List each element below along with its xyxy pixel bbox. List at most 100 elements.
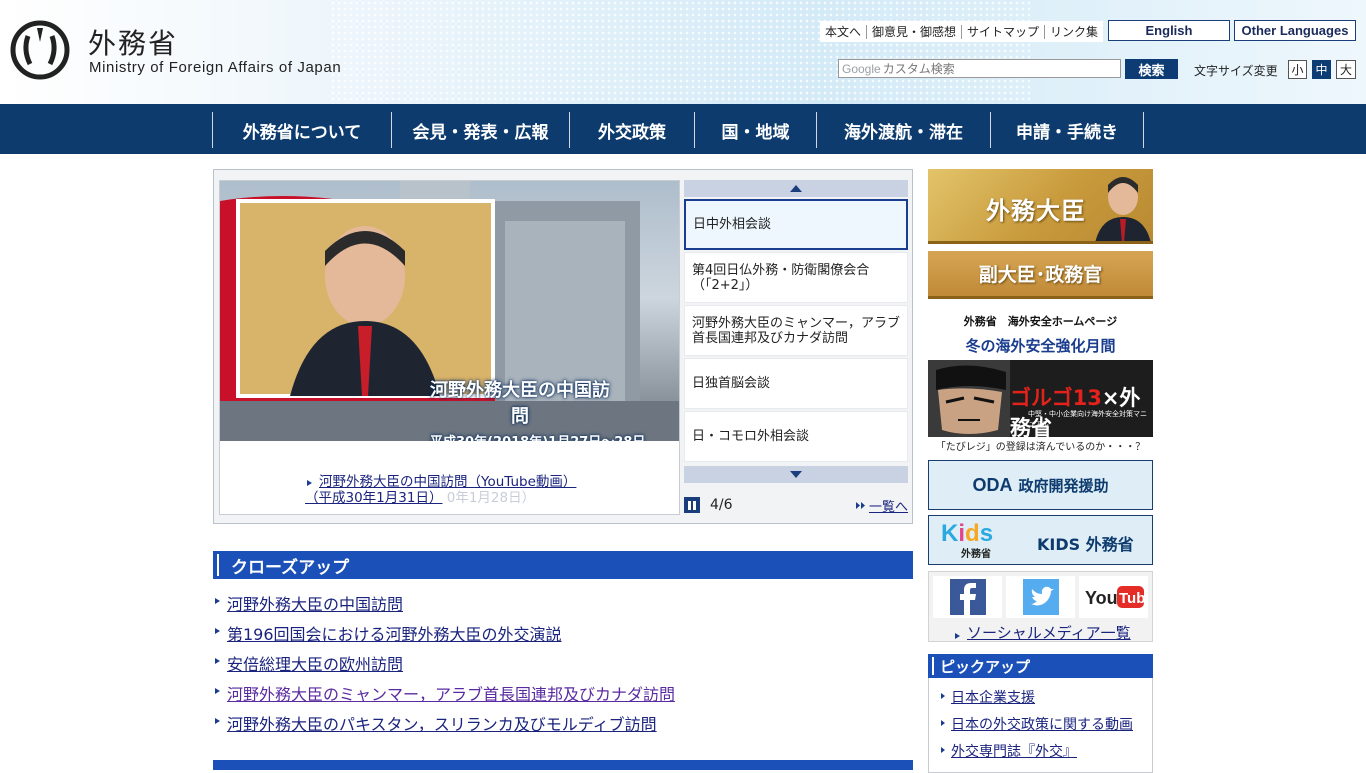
slide-up-button[interactable] — [684, 180, 908, 197]
global-nav: 外務省について 会見・発表・広報 外交政策 国・地域 海外渡航・滞在 申請・手続… — [0, 104, 1366, 154]
facebook-icon — [949, 579, 986, 615]
bullet-arrow-icon — [941, 720, 945, 726]
nav-item-policy[interactable]: 外交政策 — [570, 112, 695, 148]
utility-links: 本文へ 御意見・御感想 サイトマップ リンク集 — [820, 21, 1104, 42]
slide-link-text[interactable]: 河野外務大臣の中国訪問（YouTube動画）（平成30年1月31日） — [305, 474, 576, 506]
safety-banner-footer: 「たびレジ」の登録は済んでいるのか・・・？ — [928, 437, 1153, 453]
pickup-link[interactable]: 日本企業支援 — [951, 687, 1035, 707]
comic-character-icon — [928, 360, 1010, 437]
double-arrow-icon — [855, 501, 865, 509]
next-section-heading — [213, 760, 913, 770]
safety-banner-line1: 外務省 海外安全ホームページ — [928, 310, 1153, 331]
pickup-item[interactable]: 外交専門誌『外交』 — [939, 741, 1152, 768]
minister-banner-label: 外務大臣 — [986, 197, 1086, 225]
slide-main[interactable]: 河野外務大臣の中国訪問 平成30年(2018年)1月27日～28日 河野外務大臣… — [219, 180, 680, 515]
pickup-link[interactable]: 日本の外交政策に関する動画 — [951, 714, 1133, 734]
bullet-arrow-icon — [215, 658, 220, 664]
nav-item-press[interactable]: 会見・発表・広報 — [392, 112, 570, 148]
nav-item-procedures[interactable]: 申請・手続き — [991, 112, 1144, 148]
feature-slider: 河野外務大臣の中国訪問 平成30年(2018年)1月27日～28日 河野外務大臣… — [213, 169, 913, 524]
util-link-links[interactable]: リンク集 — [1045, 25, 1103, 39]
search-input[interactable]: Google カスタム検索 — [838, 59, 1121, 78]
kids-banner-text: KIDS 外務省 — [1037, 535, 1134, 554]
facebook-button[interactable] — [933, 576, 1002, 618]
search-button[interactable]: 検索 — [1125, 59, 1178, 79]
oda-banner-text: 政府開発援助 — [1018, 476, 1109, 495]
kids-logo-subtitle: 外務省 — [961, 549, 991, 560]
closeup-item[interactable]: 安倍総理大臣の欧州訪問 — [213, 651, 675, 681]
pickup-link[interactable]: 外交専門誌『外交』 — [951, 741, 1077, 761]
kids-logo-icon: Kids — [941, 520, 994, 547]
minister-portrait-icon — [1095, 177, 1151, 241]
font-size-small-button[interactable]: 小 — [1288, 60, 1307, 79]
slide-caption-title: 河野外務大臣の中国訪問 — [430, 380, 610, 427]
slide-list-item[interactable]: 日独首脳会談 — [684, 358, 908, 409]
closeup-heading: クローズアップ — [213, 551, 913, 579]
slide-list: 日中外相会談 第4回日仏外務・防衛閣僚会合（「2+2」） 河野外務大臣のミャンマ… — [684, 180, 908, 483]
util-link-feedback[interactable]: 御意見・御感想 — [867, 24, 963, 39]
closeup-link[interactable]: 河野外務大臣のパキスタン，スリランカ及びモルディブ訪問 — [227, 711, 657, 735]
site-header: 外務省 Ministry of Foreign Affairs of Japan… — [0, 0, 1366, 104]
slide-list-link-text[interactable]: 一覧へ — [869, 496, 908, 515]
nav-item-travel[interactable]: 海外渡航・滞在 — [817, 112, 991, 148]
slide-list-item[interactable]: 日中外相会談 — [684, 199, 908, 250]
slide-list-item[interactable]: 日・コモロ外相会談 — [684, 411, 908, 462]
minister-banner[interactable]: 外務大臣 — [928, 169, 1153, 244]
closeup-link[interactable]: 河野外務大臣の中国訪問 — [227, 591, 403, 615]
nav-item-about[interactable]: 外務省について — [213, 112, 392, 148]
font-size-medium-button[interactable]: 中 — [1312, 60, 1331, 79]
util-link-main-content[interactable]: 本文へ — [820, 24, 868, 39]
bullet-arrow-icon — [215, 628, 220, 634]
mofa-emblem-icon[interactable] — [10, 20, 70, 80]
font-size-large-button[interactable]: 大 — [1336, 60, 1356, 79]
pickup-box: 日本企業支援 日本の外交政策に関する動画 外交専門誌『外交』 — [928, 678, 1153, 773]
closeup-link[interactable]: 河野外務大臣のミャンマー，アラブ首長国連邦及びカナダ訪問 — [227, 681, 675, 705]
nav-item-regions[interactable]: 国・地域 — [695, 112, 817, 148]
bullet-arrow-icon — [307, 480, 312, 486]
world-map-decoration — [330, 0, 1030, 104]
closeup-item[interactable]: 第196回国会における河野外務大臣の外交演説 — [213, 621, 675, 651]
safety-banner-comic-subtitle: 中堅・中小企業向け海外安全対策マニュアル — [1028, 410, 1147, 428]
twitter-button[interactable] — [1006, 576, 1075, 618]
bullet-arrow-icon — [215, 688, 220, 694]
chevron-down-icon — [790, 471, 802, 478]
closeup-link[interactable]: 安倍総理大臣の欧州訪問 — [227, 651, 403, 675]
slide-list-item[interactable]: 第4回日仏外務・防衛閣僚会合（「2+2」） — [684, 252, 908, 303]
slide-video-link[interactable]: 河野外務大臣の中国訪問（YouTube動画）（平成30年1月31日） 0年1月2… — [305, 473, 595, 506]
pickup-heading: ピックアップ — [928, 654, 1153, 678]
svg-text:You: You — [1085, 588, 1118, 608]
social-media-list-link[interactable]: ソーシャルメディア一覧 — [953, 622, 1131, 643]
slide-list-item[interactable]: 河野外務大臣のミャンマー，アラブ首長国連邦及びカナダ訪問 — [684, 305, 908, 356]
pickup-item[interactable]: 日本企業支援 — [939, 687, 1152, 714]
overseas-safety-banner[interactable]: 外務省 海外安全ホームページ 冬の海外安全強化月間 ゴルゴ13×外務省 中堅・中… — [928, 310, 1153, 453]
english-button[interactable]: English — [1108, 20, 1230, 41]
youtube-icon: You Tube — [1085, 586, 1144, 608]
other-languages-button[interactable]: Other Languages — [1234, 20, 1356, 41]
vice-minister-banner[interactable]: 副大臣･政務官 — [928, 251, 1153, 299]
oda-banner-acronym: ODA — [972, 474, 1013, 495]
social-media-box: You Tube ソーシャルメディア一覧 — [928, 571, 1153, 642]
slide-controls: 4/6 一覧へ — [684, 495, 908, 515]
site-logo-en[interactable]: Ministry of Foreign Affairs of Japan — [89, 59, 341, 76]
closeup-link[interactable]: 第196回国会における河野外務大臣の外交演説 — [227, 621, 562, 645]
slide-image[interactable]: 河野外務大臣の中国訪問 平成30年(2018年)1月27日～28日 — [220, 181, 679, 441]
closeup-item[interactable]: 河野外務大臣のパキスタン，スリランカ及びモルディブ訪問 — [213, 711, 675, 741]
site-logo-ja[interactable]: 外務省 — [88, 22, 178, 62]
slide-list-link[interactable]: 一覧へ — [855, 496, 908, 515]
pause-button[interactable] — [684, 497, 700, 513]
social-media-list-link-text[interactable]: ソーシャルメディア一覧 — [967, 622, 1131, 643]
oda-banner[interactable]: ODA 政府開発援助 — [928, 460, 1153, 510]
util-link-sitemap[interactable]: サイトマップ — [962, 24, 1046, 39]
bullet-arrow-icon — [215, 598, 220, 604]
slide-caption: 河野外務大臣の中国訪問 平成30年(2018年)1月27日～28日 — [430, 376, 645, 441]
slide-down-button[interactable] — [684, 466, 908, 483]
closeup-item[interactable]: 河野外務大臣のミャンマー，アラブ首長国連邦及びカナダ訪問 — [213, 681, 675, 711]
pickup-item[interactable]: 日本の外交政策に関する動画 — [939, 714, 1152, 741]
closeup-item[interactable]: 河野外務大臣の中国訪問 — [213, 591, 675, 621]
search-placeholder: カスタム検索 — [882, 62, 955, 76]
kids-banner[interactable]: Kids 外務省 KIDS 外務省 — [928, 515, 1153, 565]
youtube-button[interactable]: You Tube — [1079, 576, 1148, 618]
bullet-arrow-icon — [941, 693, 945, 699]
twitter-icon — [1022, 579, 1059, 615]
bullet-arrow-icon — [955, 633, 960, 639]
